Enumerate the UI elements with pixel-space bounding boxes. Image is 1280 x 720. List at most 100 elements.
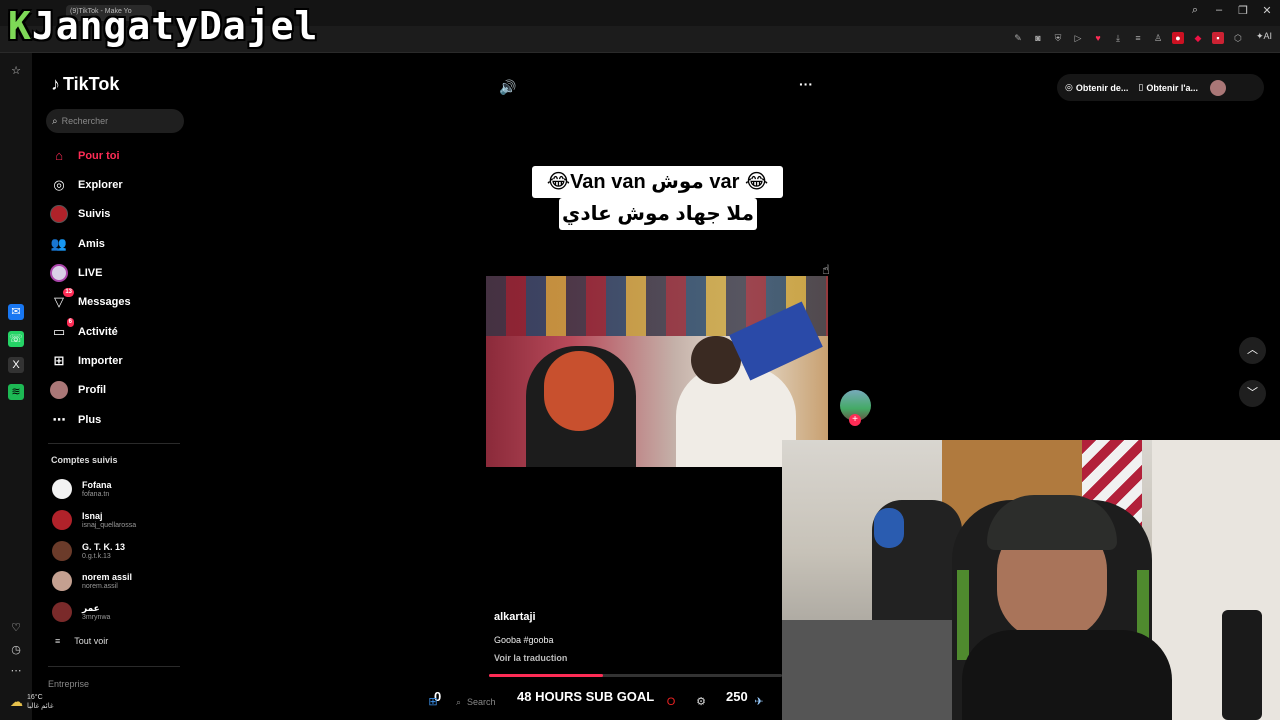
weather-widget[interactable]: ☁ 16°C غائم غالبا <box>10 693 54 711</box>
minimize-icon[interactable]: – <box>1210 4 1228 16</box>
following-item[interactable]: G. T. K. 13 0.g.t.k.13 <box>52 541 125 561</box>
webcam-microphone <box>1222 610 1262 720</box>
chevron-up-icon[interactable]: ︿ <box>1239 337 1266 364</box>
list-icon: ≡ <box>55 636 61 646</box>
sidebar-divider <box>48 666 180 667</box>
following-name: Isnaj <box>82 510 103 521</box>
overlay-title-first: K <box>8 4 32 48</box>
follow-plus-icon[interactable]: + <box>849 414 861 426</box>
activity-icon: ▭ 6 <box>52 318 74 339</box>
nav-pour-toi[interactable]: ⌂ Pour toi <box>50 145 120 167</box>
video-person-woman-hair <box>544 351 614 431</box>
heart-icon[interactable]: ♥ <box>1092 32 1104 44</box>
nav-live[interactable]: LIVE <box>50 262 102 284</box>
video-username[interactable]: alkartaji <box>494 611 536 623</box>
weather-desc: غائم غالبا <box>27 703 54 710</box>
volume-icon[interactable]: 🔊 <box>499 79 516 96</box>
extension-red-icon[interactable]: ● <box>1172 32 1184 44</box>
video-player[interactable] <box>486 276 828 467</box>
taskbar-search[interactable]: ⌕ Search <box>456 697 496 708</box>
browser-sidebar: ☆ ✉ ☏ X ≋ ♡ ◷ ⋯ <box>0 53 32 720</box>
spotify-icon[interactable]: ≋ <box>8 384 24 400</box>
nav-label: Importer <box>78 355 123 367</box>
clock-icon[interactable]: ◷ <box>8 642 24 658</box>
video-person-man <box>676 366 796 467</box>
app-icon[interactable]: ✈ <box>752 695 766 709</box>
messenger-icon[interactable]: ✉ <box>8 304 24 320</box>
nav-amis[interactable]: 👥 Amis <box>50 233 105 255</box>
nav-messages[interactable]: ▽ 13 Messages <box>50 288 131 313</box>
sidebar-divider <box>48 443 180 444</box>
restore-icon[interactable]: ❐ <box>1234 4 1252 17</box>
entreprise-link[interactable]: Entreprise <box>48 679 89 689</box>
get-app-button[interactable]: ▯ Obtenir l'a... <box>1138 82 1198 93</box>
heart-outline-icon[interactable]: ♡ <box>8 620 24 636</box>
webcam-chair-stripe <box>957 570 969 660</box>
nav-label: LIVE <box>78 267 103 279</box>
following-item[interactable]: norem assil norem.assil <box>52 571 132 591</box>
webcam-streamer-cap <box>987 495 1117 550</box>
translate-link[interactable]: Voir la traduction <box>494 653 567 663</box>
ai-button[interactable]: ✦AI <box>1256 31 1272 42</box>
webcam-blue-cap <box>874 508 904 548</box>
nav-explorer[interactable]: ◎ Explorer <box>50 174 123 196</box>
avatar <box>52 510 72 530</box>
nav-profil[interactable]: Profil <box>50 379 106 401</box>
user-avatar[interactable] <box>1209 79 1226 96</box>
camera-icon[interactable]: ◙ <box>1032 32 1044 44</box>
windows-icon[interactable]: ⊞ <box>426 695 440 709</box>
opera-icon[interactable]: O <box>664 695 678 709</box>
tiktok-note-icon: ♪ <box>51 74 60 94</box>
webcam-streamer-body <box>962 630 1172 720</box>
nav-label: Amis <box>78 238 105 250</box>
see-all-button[interactable]: ≡ Tout voir <box>55 636 108 646</box>
nav-suivis[interactable]: Suivis <box>50 203 110 225</box>
video-progress-fill <box>489 674 604 677</box>
close-icon[interactable]: ✕ <box>1258 4 1276 17</box>
following-item[interactable]: Fofana fofana.tn <box>52 479 112 499</box>
nav-importer[interactable]: ⊞ Importer <box>50 350 123 372</box>
cube-icon[interactable]: ⬡ <box>1232 32 1244 44</box>
person-icon[interactable]: ♙ <box>1152 32 1164 44</box>
get-coins-label: Obtenir de... <box>1075 82 1129 93</box>
play-icon[interactable]: ▷ <box>1072 32 1084 44</box>
list-icon[interactable]: ≡ <box>1132 32 1144 44</box>
sub-goal-label: 48 HOURS SUB GOAL <box>517 689 655 704</box>
nav-activite[interactable]: ▭ 6 Activité <box>50 318 118 343</box>
messages-icon: ▽ 13 <box>54 288 74 309</box>
video-progress-bar[interactable] <box>489 674 782 677</box>
following-item[interactable]: عمر 3mrynwa <box>52 602 110 622</box>
sub-goal-target: 250 <box>726 689 748 704</box>
steam-icon[interactable]: ⚙ <box>694 695 708 709</box>
see-all-label: Tout voir <box>74 636 109 646</box>
star-icon[interactable]: ☆ <box>8 63 24 79</box>
whatsapp-icon[interactable]: ☏ <box>8 331 24 347</box>
following-name: عمر <box>82 602 100 613</box>
phone-icon: ▯ <box>1138 82 1144 92</box>
chevron-down-icon[interactable]: ﹀ <box>1239 380 1266 407</box>
nav-plus[interactable]: ⋯ Plus <box>50 409 102 431</box>
search-box[interactable]: ⌕ <box>46 109 184 133</box>
following-item[interactable]: Isnaj isnaj_quellarossa <box>52 510 136 530</box>
search-icon[interactable]: ⌕ <box>1186 4 1204 17</box>
more-options-icon[interactable]: ··· <box>799 76 813 92</box>
get-coins-button[interactable]: ◎ Obtenir de... <box>1065 82 1128 93</box>
messages-badge: 13 <box>63 288 74 297</box>
edit-icon[interactable]: ✎ <box>1012 32 1024 44</box>
extension-box-icon[interactable]: ▪ <box>1212 32 1224 44</box>
shield-icon[interactable]: ⛨ <box>1052 32 1064 44</box>
ai-label: AI <box>1263 31 1272 41</box>
download-icon[interactable]: ⤓ <box>1112 32 1124 44</box>
nav-label: Messages <box>78 296 131 308</box>
video-caption-line-1: 😂Van van موش var 😂 <box>532 166 783 198</box>
avatar <box>52 541 72 561</box>
search-input[interactable] <box>61 116 172 126</box>
extension-shield-icon[interactable]: ◆ <box>1192 32 1204 44</box>
nav-label: Explorer <box>78 179 123 191</box>
tiktok-logo[interactable]: ♪ TikTok <box>51 74 119 95</box>
x-icon[interactable]: X <box>8 357 24 373</box>
more-icon[interactable]: ⋯ <box>8 663 24 679</box>
get-app-label: Obtenir l'a... <box>1146 82 1198 93</box>
nav-label: Suivis <box>78 208 111 220</box>
search-icon: ⌕ <box>456 697 462 707</box>
